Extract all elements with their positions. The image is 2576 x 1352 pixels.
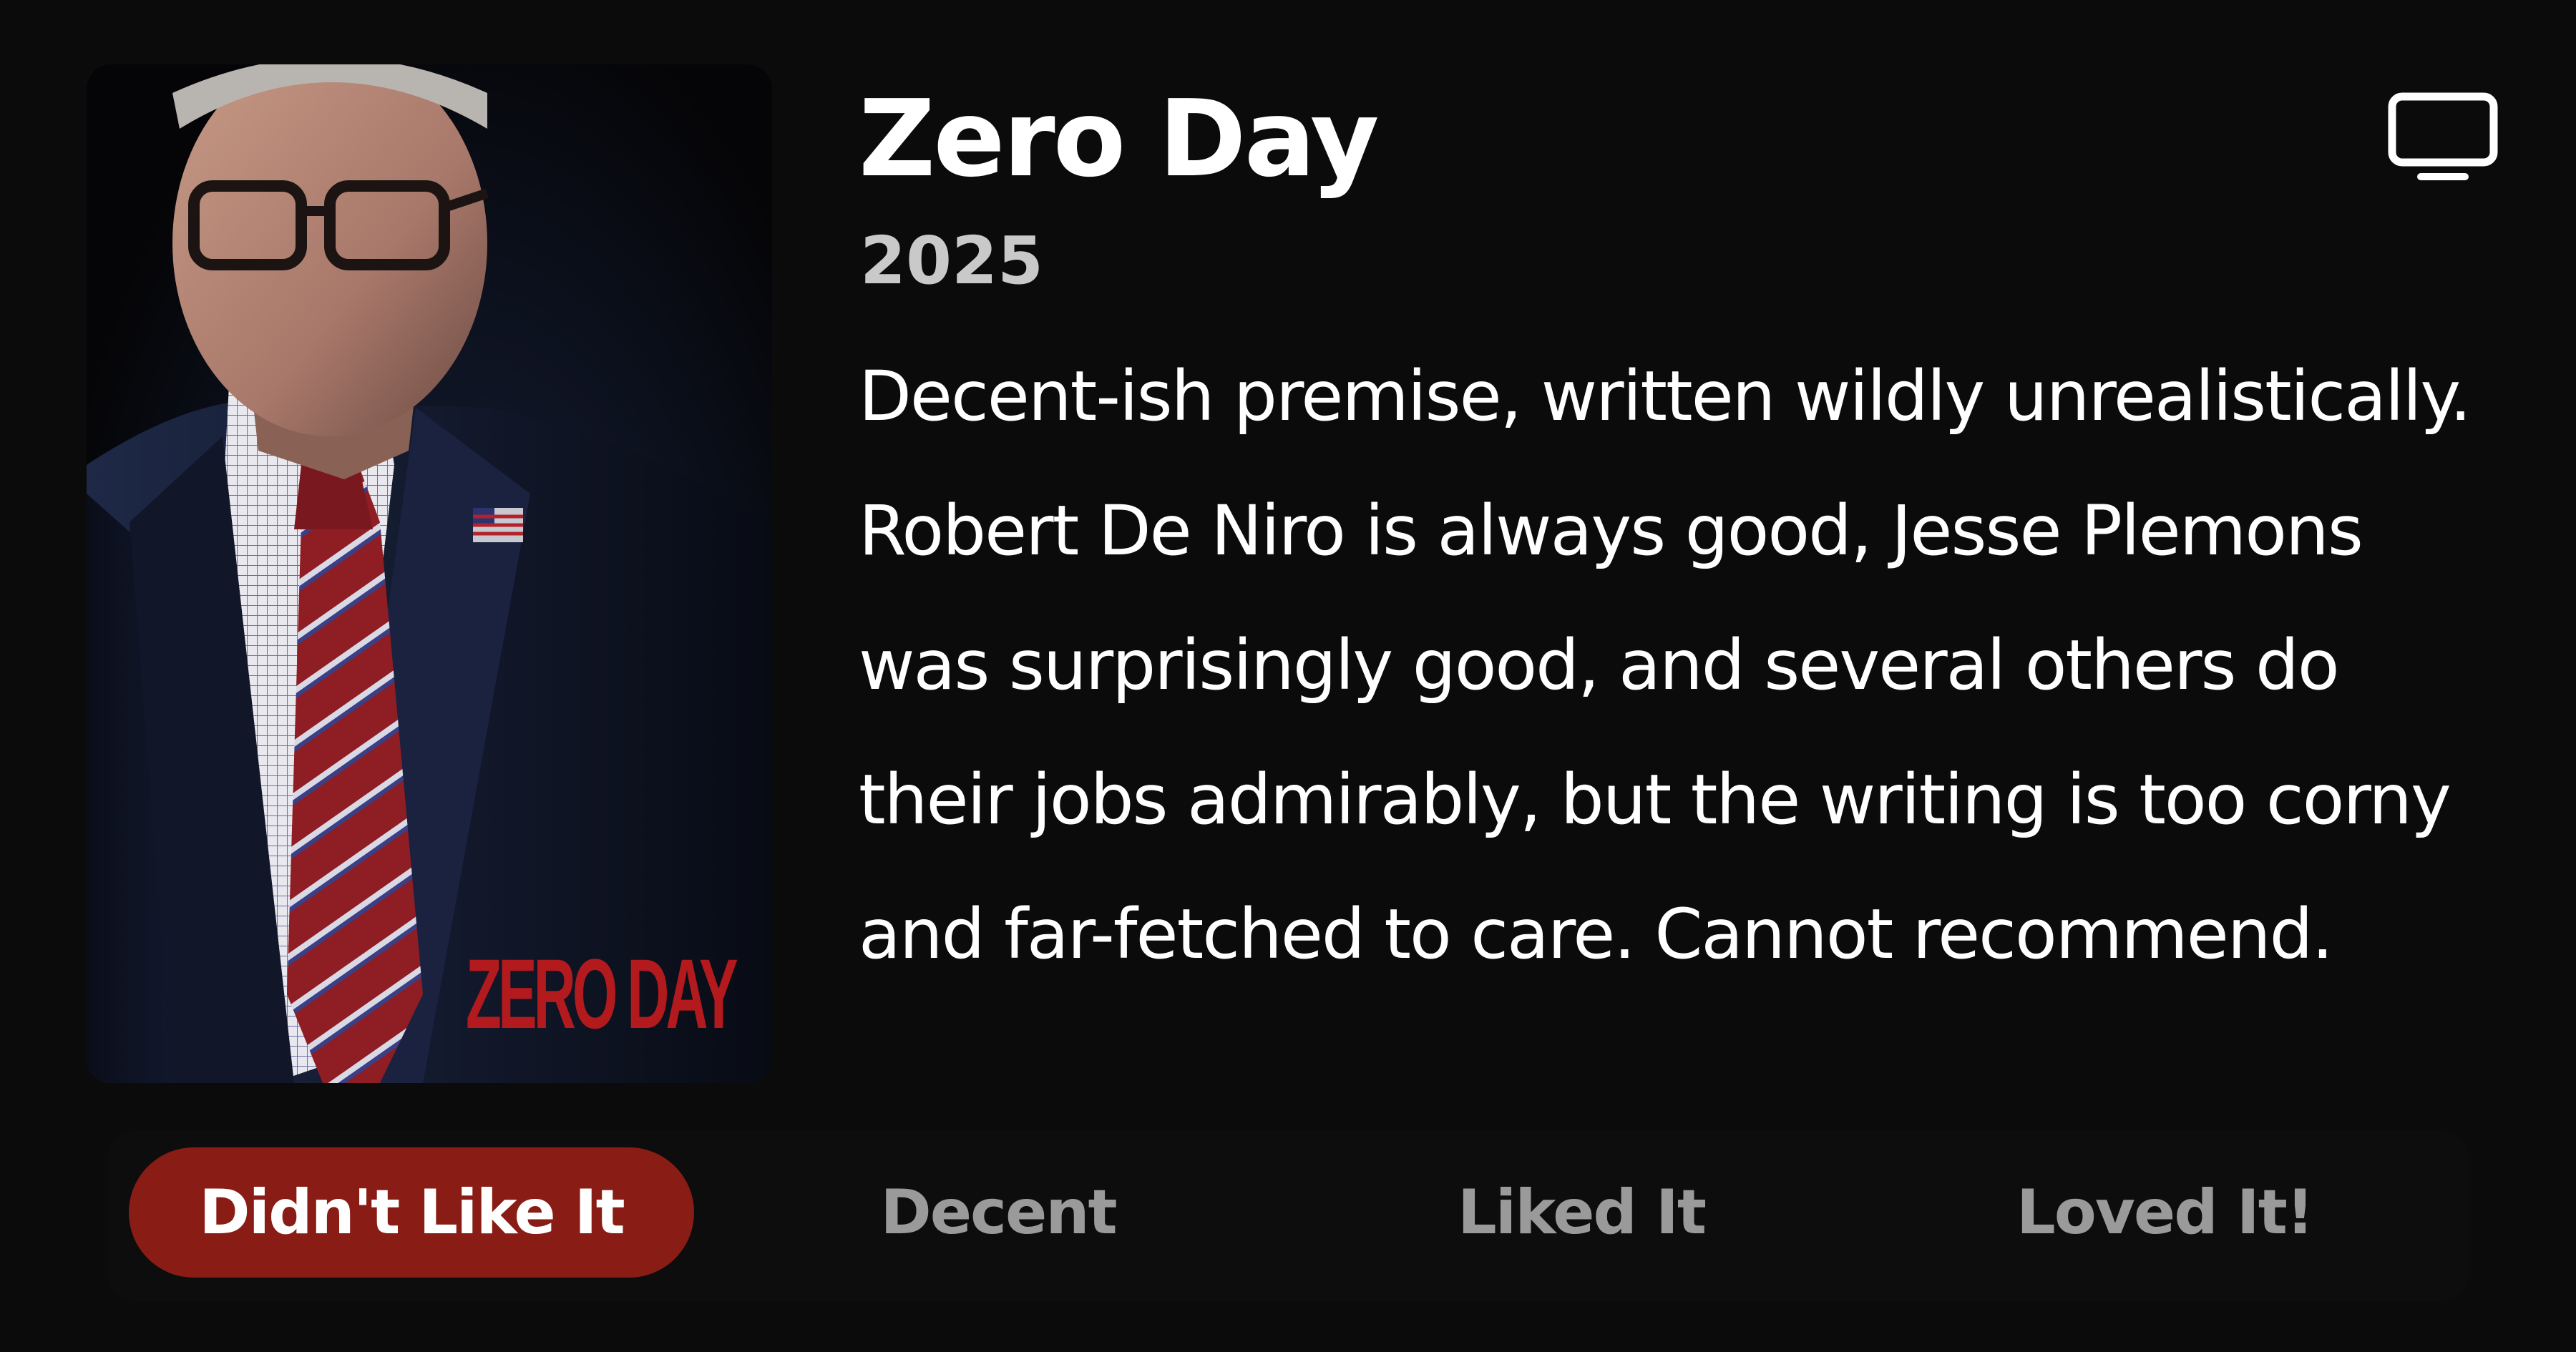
rating-option-didnt-like-it[interactable]: Didn't Like It	[129, 1147, 694, 1278]
rating-option-liked-it[interactable]: Liked It	[1309, 1147, 1853, 1278]
tv-icon	[2388, 92, 2498, 180]
poster-image: ZERO DAY	[87, 64, 772, 1083]
rating-option-loved-it[interactable]: Loved It!	[1896, 1147, 2433, 1278]
review-line: their jobs admirably, but the writing is…	[859, 760, 2451, 840]
rating-option-decent[interactable]: Decent	[730, 1147, 1267, 1278]
review-line: Robert De Niro is always good, Jesse Ple…	[859, 491, 2363, 571]
review-text: Decent-ish premise, written wildly unrea…	[859, 329, 2490, 1001]
show-year: 2025	[860, 222, 1044, 299]
review-line: and far-fetched to care. Cannot recommen…	[859, 894, 2333, 974]
review-line: was surprisingly good, and several other…	[859, 625, 2340, 705]
poster-artwork	[87, 64, 772, 1083]
poster-title-text: ZERO DAY	[466, 939, 738, 1049]
review-line: Decent-ish premise, written wildly unrea…	[859, 356, 2472, 436]
show-title: Zero Day	[859, 77, 1380, 200]
